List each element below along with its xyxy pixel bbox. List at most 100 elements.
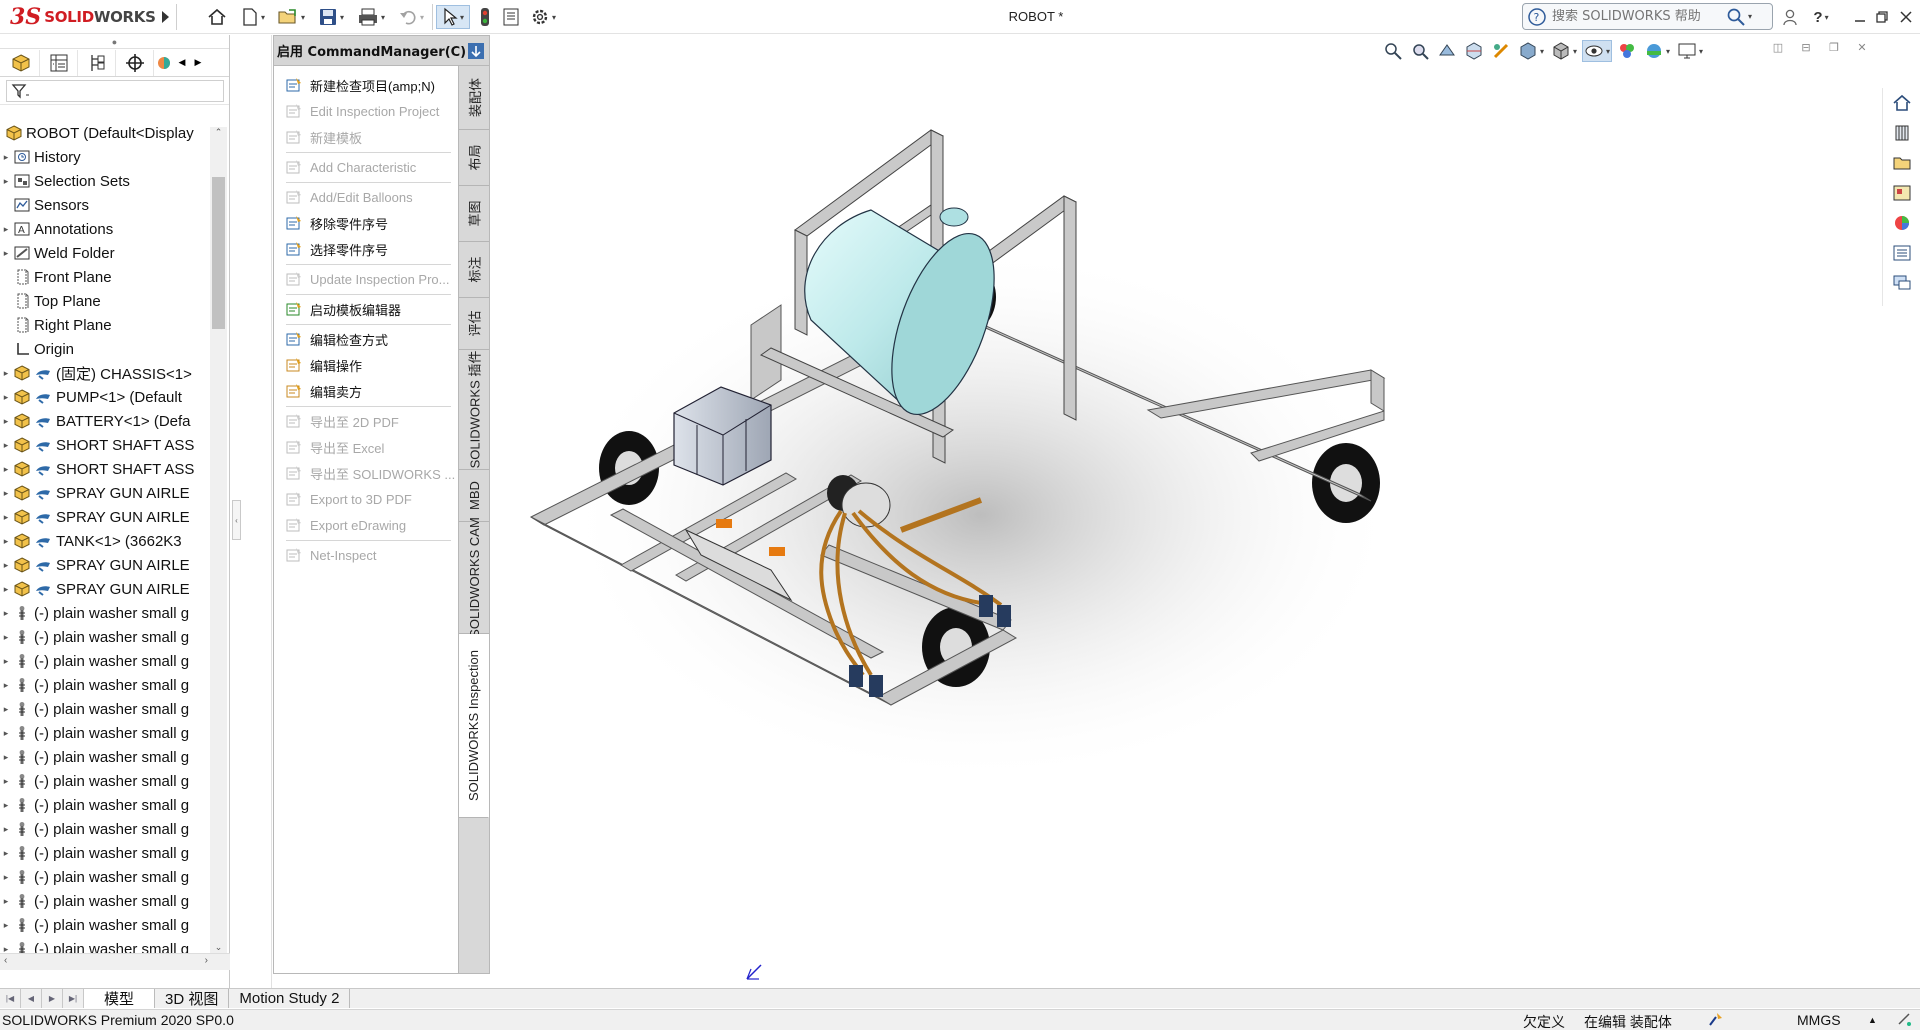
command-tab[interactable]: 布局 — [459, 130, 489, 186]
expand-arrow-icon[interactable]: ▸ — [0, 560, 12, 571]
command-item[interactable]: 导出至 SOLIDWORKS ... — [274, 460, 457, 486]
open-file-icon[interactable]: ▾ — [274, 5, 308, 29]
file-explorer-icon[interactable] — [1889, 150, 1915, 176]
undo-icon[interactable]: ▾ — [394, 5, 428, 29]
expand-arrow-icon[interactable]: ▸ — [0, 728, 12, 739]
command-item[interactable]: Add/Edit Balloons — [274, 184, 457, 210]
forum-icon[interactable] — [1889, 270, 1915, 296]
menu-expand-icon[interactable] — [158, 5, 172, 29]
expand-arrow-icon[interactable]: ▸ — [0, 512, 12, 523]
first-tab-icon[interactable]: |◀ — [0, 989, 21, 1008]
tree-item[interactable]: ▸ (-) plain washer small g — [0, 793, 212, 817]
new-file-icon[interactable]: ▾ — [236, 5, 270, 29]
command-item[interactable]: 导出至 Excel — [274, 434, 457, 460]
expand-arrow-icon[interactable]: ▸ — [0, 416, 12, 427]
tree-item[interactable]: ▸ (-) plain washer small g — [0, 937, 212, 953]
tree-horizontal-scrollbar[interactable]: ‹ › — [0, 953, 230, 970]
property-manager-tab-icon[interactable] — [40, 49, 78, 76]
expand-arrow-icon[interactable]: ▸ — [0, 152, 12, 163]
scroll-thumb[interactable] — [212, 177, 225, 329]
tab-model[interactable]: 模型 — [84, 989, 156, 1008]
tab-3d-views[interactable]: 3D 视图 — [155, 989, 230, 1008]
restore-icon[interactable] — [1870, 5, 1894, 29]
expand-arrow-icon[interactable]: ▸ — [0, 632, 12, 643]
scroll-right-icon[interactable]: › — [205, 955, 208, 966]
command-item[interactable]: 选择零件序号 — [274, 236, 457, 262]
solidworks-logo[interactable]: 3S SOLIDWORKS — [10, 4, 158, 30]
next-tab-icon[interactable]: ▶ — [42, 989, 63, 1008]
scroll-left-icon[interactable]: ‹ — [4, 955, 7, 966]
expand-arrow-icon[interactable]: ▸ — [0, 704, 12, 715]
feature-tree-tab-icon[interactable] — [2, 49, 40, 76]
expand-arrow-icon[interactable]: ▸ — [0, 872, 12, 883]
filter-input[interactable] — [6, 79, 224, 102]
save-icon[interactable]: ▾ — [314, 5, 348, 29]
expand-arrow-icon[interactable]: ▸ — [0, 368, 12, 379]
tree-item[interactable]: ▸ (-) plain washer small g — [0, 889, 212, 913]
expand-arrow-icon[interactable]: ▸ — [0, 440, 12, 451]
expand-arrow-icon[interactable]: ▸ — [0, 752, 12, 763]
expand-arrow-icon[interactable]: ▸ — [0, 224, 12, 235]
tree-item[interactable]: ▸ SPRAY GUN AIRLE — [0, 553, 212, 577]
command-tab[interactable]: MBD — [459, 470, 489, 522]
close-icon[interactable] — [1894, 5, 1918, 29]
tree-item[interactable]: ▸ SPRAY GUN AIRLE — [0, 505, 212, 529]
command-item[interactable]: 编辑卖方 — [274, 378, 457, 404]
expand-arrow-icon[interactable]: ▸ — [0, 776, 12, 787]
tree-item[interactable]: ▸ (-) plain washer small g — [0, 625, 212, 649]
command-item[interactable]: 新建模板 — [274, 124, 457, 150]
tree-item[interactable]: ▸ SHORT SHAFT ASS — [0, 433, 212, 457]
panel-grip[interactable]: ● — [0, 35, 229, 49]
last-tab-icon[interactable]: ▶| — [63, 989, 84, 1008]
command-item[interactable]: Export to 3D PDF — [274, 486, 457, 512]
tree-item[interactable]: ▸ (-) plain washer small g — [0, 601, 212, 625]
command-item[interactable]: Net-Inspect — [274, 542, 457, 568]
tree-item[interactable]: ▸ (-) plain washer small g — [0, 817, 212, 841]
command-item[interactable]: 启动模板编辑器 — [274, 296, 457, 322]
tree-item[interactable]: Top Plane — [0, 289, 212, 313]
expand-arrow-icon[interactable]: ▸ — [0, 392, 12, 403]
dimxpert-tab-icon[interactable] — [116, 49, 154, 76]
expand-arrow-icon[interactable]: ▸ — [0, 488, 12, 499]
command-tab[interactable]: SOLIDWORKS Inspection — [459, 634, 489, 818]
tree-item[interactable]: ▸ (-) plain washer small g — [0, 769, 212, 793]
command-tab[interactable]: 装配体 — [459, 66, 489, 130]
appearances-scenes-icon[interactable] — [1889, 210, 1915, 236]
display-manager-tab-icon[interactable] — [154, 50, 174, 76]
home-icon[interactable] — [204, 5, 230, 29]
graphics-viewport[interactable]: ▾ ▾ ▾ ▾ ▾ ◫ ⊟ ❐ ✕ — [491, 35, 1882, 988]
tree-item[interactable]: ▸ (-) plain washer small g — [0, 913, 212, 937]
tree-item[interactable]: ▸ (-) plain washer small g — [0, 721, 212, 745]
expand-arrow-icon[interactable]: ▸ — [0, 656, 12, 667]
custom-properties-icon[interactable] — [1889, 240, 1915, 266]
expand-arrow-icon[interactable]: ▸ — [0, 824, 12, 835]
tab-motion-study[interactable]: Motion Study 2 — [229, 989, 351, 1008]
command-tab[interactable]: 标注 — [459, 242, 489, 298]
tree-item[interactable]: ▸ SPRAY GUN AIRLE — [0, 481, 212, 505]
tree-item[interactable]: ▸ (-) plain washer small g — [0, 673, 212, 697]
units-menu-caret-icon[interactable]: ▲ — [1868, 1015, 1877, 1025]
view-palette-icon[interactable] — [1889, 180, 1915, 206]
command-tab[interactable]: 草图 — [459, 186, 489, 242]
command-item[interactable]: 导出至 2D PDF — [274, 408, 457, 434]
unit-system[interactable]: MMGS — [1797, 1012, 1841, 1028]
command-item[interactable]: Edit Inspection Project — [274, 98, 457, 124]
expand-arrow-icon[interactable]: ▸ — [0, 248, 12, 259]
command-item[interactable]: Add Characteristic — [274, 154, 457, 180]
traffic-light-icon[interactable] — [476, 5, 494, 29]
print-icon[interactable]: ▾ — [354, 5, 388, 29]
tree-item[interactable]: Sensors — [0, 193, 212, 217]
tree-item[interactable]: ▸ A Annotations — [0, 217, 212, 241]
command-tab[interactable]: SOLIDWORKS 插件 — [459, 350, 489, 470]
help-menu-icon[interactable]: ? ▾ — [1806, 5, 1836, 29]
tree-item[interactable]: ▸ (-) plain washer small g — [0, 745, 212, 769]
command-item[interactable]: Export eDrawing — [274, 512, 457, 538]
expand-arrow-icon[interactable]: ▸ — [0, 896, 12, 907]
scroll-down-icon[interactable]: ⌄ — [210, 942, 227, 953]
tree-item[interactable]: ▸ (-) plain washer small g — [0, 865, 212, 889]
command-item[interactable]: Update Inspection Pro... — [274, 266, 457, 292]
tree-item[interactable]: ▸ PUMP<1> (Default — [0, 385, 212, 409]
configuration-manager-tab-icon[interactable] — [78, 49, 116, 76]
tabs-scroll-right-icon[interactable]: ▶ — [190, 57, 206, 68]
help-search-box[interactable]: ? ▾ — [1522, 3, 1773, 30]
